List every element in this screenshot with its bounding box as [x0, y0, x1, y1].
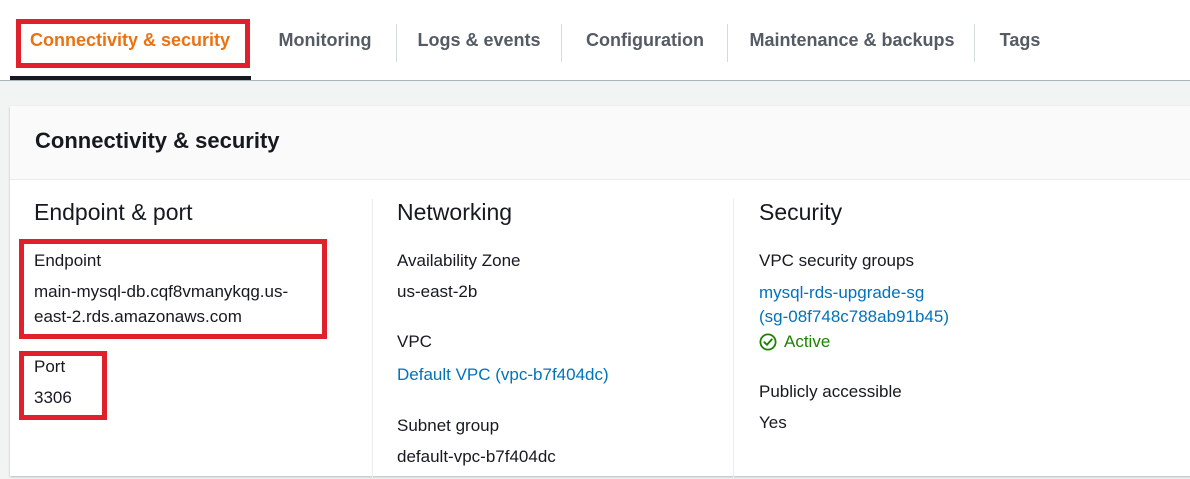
availability-zone-label: Availability Zone — [397, 251, 521, 270]
tab-maintenance-backups[interactable]: Maintenance & backups — [738, 0, 966, 80]
port-label: Port — [34, 357, 66, 376]
vpc-link[interactable]: Default VPC (vpc-b7f404dc) — [397, 362, 609, 387]
check-circle-icon — [759, 333, 777, 351]
endpoint-label: Endpoint — [34, 251, 102, 270]
tab-divider — [396, 24, 397, 62]
tab-divider — [974, 24, 975, 62]
endpoint-value-line-1: main-mysql-db.cqf8vmanykqg.us- — [34, 282, 289, 301]
tab-divider — [561, 24, 562, 62]
column-divider — [733, 199, 734, 479]
vpc-security-groups-label: VPC security groups — [759, 251, 914, 270]
security-group-link-id[interactable]: (sg-08f748c788ab91b45) — [759, 304, 949, 329]
tab-divider — [727, 24, 728, 62]
panel-title: Connectivity & security — [35, 128, 280, 153]
endpoint-value-line-2: east-2.rds.amazonaws.com — [34, 307, 242, 326]
tab-logs-events[interactable]: Logs & events — [405, 0, 553, 80]
tab-monitoring[interactable]: Monitoring — [262, 0, 388, 80]
subnet-group-value: default-vpc-b7f404dc — [397, 447, 556, 466]
publicly-accessible-value: Yes — [759, 413, 787, 432]
security-heading: Security — [759, 199, 843, 225]
tab-configuration[interactable]: Configuration — [570, 0, 720, 80]
security-group-status: Active — [759, 332, 830, 352]
column-divider — [372, 199, 373, 479]
availability-zone-value: us-east-2b — [397, 282, 478, 301]
tab-tags[interactable]: Tags — [984, 0, 1056, 80]
port-value: 3306 — [34, 388, 72, 407]
tab-connectivity-security[interactable]: Connectivity & security — [18, 0, 242, 80]
status-text: Active — [784, 332, 831, 351]
panel-header: Connectivity & security — [10, 106, 1190, 180]
tab-bar: Connectivity & security Monitoring Logs … — [0, 0, 1190, 81]
security-group-link-name[interactable]: mysql-rds-upgrade-sg — [759, 280, 924, 305]
active-tab-indicator — [10, 76, 251, 80]
endpoint-port-heading: Endpoint & port — [34, 199, 193, 225]
connectivity-security-panel: Connectivity & security Endpoint & port … — [10, 106, 1190, 479]
publicly-accessible-label: Publicly accessible — [759, 382, 902, 401]
subnet-group-label: Subnet group — [397, 416, 500, 435]
vpc-label: VPC — [397, 332, 432, 351]
networking-heading: Networking — [397, 199, 513, 225]
